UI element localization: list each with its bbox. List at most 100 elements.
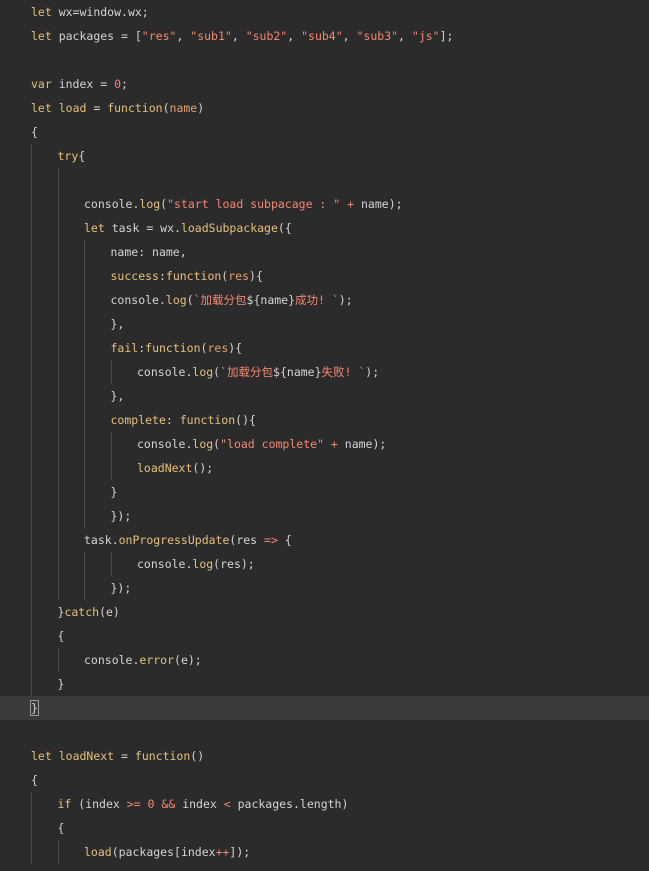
code-line[interactable] <box>0 48 649 72</box>
code-line[interactable]: { <box>0 120 649 144</box>
code-line[interactable]: success:function(res){ <box>0 264 649 288</box>
indent-guide <box>31 816 32 840</box>
code-token-plain: ${name} <box>246 293 296 307</box>
code-line[interactable]: }, <box>0 312 649 336</box>
code-token-plain: wx=window.wx; <box>51 5 149 19</box>
code-token-plain: (res); <box>213 557 255 571</box>
code-line[interactable]: console.error(e); <box>0 648 649 672</box>
code-line[interactable]: let wx=window.wx; <box>0 0 649 24</box>
code-token-plain: } <box>57 677 65 691</box>
indent-guide <box>31 576 32 600</box>
code-token-method: loadSubpackage <box>180 221 278 235</box>
code-line[interactable]: if (index >= 0 && index < packages.lengt… <box>0 792 649 816</box>
code-token-plain: , <box>231 29 246 43</box>
code-token-keyword: if <box>57 797 72 811</box>
code-line[interactable]: }); <box>0 576 649 600</box>
code-token-plain: ( <box>162 101 170 115</box>
indent-guide <box>57 504 59 528</box>
indent-guide <box>57 528 59 552</box>
indent-guide <box>84 336 85 360</box>
code-line[interactable]: load(packages[index++]); <box>0 840 649 864</box>
code-token-method: onProgressUpdate <box>118 533 230 547</box>
indent-guide <box>110 360 112 384</box>
code-token-method: loadNext <box>137 461 193 475</box>
code-token-plain: { <box>277 533 292 547</box>
code-token-plain: (); <box>192 461 214 475</box>
code-line[interactable]: let task = wx.loadSubpackage({ <box>0 216 649 240</box>
indent-guide <box>57 288 59 312</box>
indent-guide <box>84 576 85 600</box>
code-token-number: 0 <box>114 77 122 91</box>
code-line[interactable]: name: name, <box>0 240 649 264</box>
code-token-keyword: let <box>84 221 105 235</box>
code-token-plain: name: name, <box>110 245 187 259</box>
code-line[interactable]: console.log("start load subpacage : " + … <box>0 192 649 216</box>
indent-guide <box>31 624 32 648</box>
code-line[interactable]: let loadNext = function() <box>0 744 649 768</box>
code-token-plain: }); <box>110 509 132 523</box>
indent-guide <box>84 240 85 264</box>
code-line[interactable]: let packages = ["res", "sub1", "sub2", "… <box>0 24 649 48</box>
code-token-operator: + <box>330 437 338 451</box>
code-line-text: let load = function(name) <box>31 96 204 120</box>
code-line[interactable]: fail:function(res){ <box>0 336 649 360</box>
indent-guide <box>31 600 32 624</box>
code-line[interactable]: task.onProgressUpdate(res => { <box>0 528 649 552</box>
code-line[interactable]: }, <box>0 384 649 408</box>
code-line-text: let loadNext = function() <box>31 744 204 768</box>
indent-guide <box>31 552 32 576</box>
code-token-operator: && <box>161 797 176 811</box>
code-token-plain: : <box>165 413 180 427</box>
code-line[interactable]: console.log("load complete" + name); <box>0 432 649 456</box>
code-line[interactable] <box>0 168 649 192</box>
code-token-method: complete <box>110 413 166 427</box>
code-line[interactable]: } <box>0 672 649 696</box>
indent-guide <box>57 216 59 240</box>
indent-guide <box>31 288 32 312</box>
code-token-method: load <box>84 845 112 859</box>
code-line[interactable]: let load = function(name) <box>0 96 649 120</box>
indent-guide <box>31 240 32 264</box>
code-line-text: name: name, <box>111 240 187 264</box>
code-line[interactable]: { <box>0 816 649 840</box>
code-line[interactable]: console.log(`加载分包${name}成功! `); <box>0 288 649 312</box>
code-token-plain: (e) <box>99 605 120 619</box>
code-token-plain: , <box>176 29 191 43</box>
code-token-plain: , <box>398 29 412 43</box>
code-token-plain: console. <box>137 557 193 571</box>
code-line-text: try{ <box>58 144 86 168</box>
code-line-text: }, <box>111 384 125 408</box>
code-line[interactable]: } <box>0 696 649 720</box>
code-line-text: if (index >= 0 && index < packages.lengt… <box>58 792 349 816</box>
code-line-text: } <box>58 672 65 696</box>
code-token-keyword: function <box>145 341 201 355</box>
code-line[interactable]: var index = 0; <box>0 72 649 96</box>
code-token-operator: >= <box>126 797 141 811</box>
code-line[interactable]: console.log(res); <box>0 552 649 576</box>
code-line-text: { <box>58 624 65 648</box>
code-token-keyword: catch <box>64 605 100 619</box>
code-line-text: var index = 0; <box>31 72 128 96</box>
code-line[interactable]: console.log(`加载分包${name}失败! `); <box>0 360 649 384</box>
code-token-string: "load complete" <box>220 437 324 451</box>
code-token-keyword: let <box>31 749 52 763</box>
indent-guide <box>57 648 59 672</box>
code-line-text: console.log(`加载分包${name}成功! `); <box>111 288 353 312</box>
indent-guide <box>31 312 32 336</box>
indent-guide <box>31 648 32 672</box>
code-line[interactable]: try{ <box>0 144 649 168</box>
code-line[interactable] <box>0 720 649 744</box>
indent-guide <box>84 312 85 336</box>
code-line[interactable]: { <box>0 768 649 792</box>
code-line[interactable]: } <box>0 480 649 504</box>
code-line[interactable]: complete: function(){ <box>0 408 649 432</box>
code-line[interactable]: }catch(e) <box>0 600 649 624</box>
code-line[interactable]: }); <box>0 504 649 528</box>
code-token-operator: ++ <box>215 845 230 859</box>
indent-guide <box>84 552 85 576</box>
code-line[interactable]: loadNext(); <box>0 456 649 480</box>
code-editor[interactable]: let wx=window.wx; let packages = ["res", … <box>0 0 649 871</box>
code-line-text: console.error(e); <box>84 648 202 672</box>
code-line[interactable]: { <box>0 624 649 648</box>
